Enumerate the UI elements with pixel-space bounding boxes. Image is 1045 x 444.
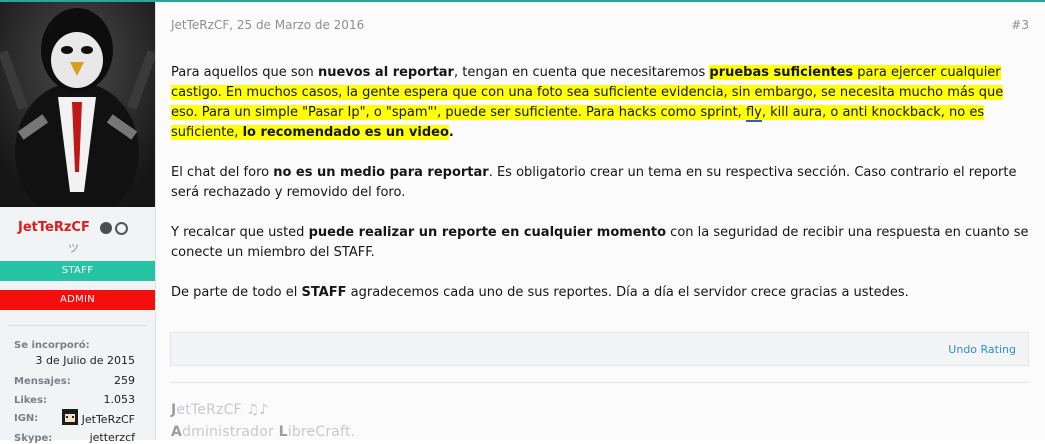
undo-rating-link[interactable]: Undo Rating (948, 343, 1016, 356)
sidebar-divider (8, 325, 147, 326)
message-content: JetTeRzCF, 25 de Marzo de 2016 #3 Para a… (156, 2, 1045, 440)
paragraph-3: Y recalcar que usted puede realizar un r… (171, 223, 1033, 263)
post-number[interactable]: #3 (1011, 18, 1029, 32)
text-segment: El chat del foro (171, 165, 274, 180)
text-segment: lo recomendado es un video (242, 125, 449, 140)
text-segment: Para aquellos que son (171, 65, 318, 80)
text-segment: STAFF (301, 285, 347, 300)
signature-line-1: JetTeRzCF ♫♪ (171, 402, 268, 418)
avatar[interactable] (0, 2, 155, 207)
check-circle-icon (115, 222, 128, 235)
stat-value-likes: 1.053 (103, 393, 136, 406)
username[interactable]: JetTeRzCF (18, 220, 90, 235)
text-segment: agradecemos cada uno de sus reportes. Dí… (346, 285, 909, 300)
admin-banner: ADMIN (0, 290, 155, 310)
gear-badge-icon (100, 222, 112, 234)
message-user-info: JetTeRzCF ツ STAFF ADMIN Se incorporó: 3 … (0, 2, 156, 444)
penguin-avatar-icon (0, 2, 155, 207)
text-segment: Y recalcar que usted (171, 225, 309, 240)
paragraph-2: El chat del foro no es un medio para rep… (171, 163, 1033, 203)
stat-value-joined: 3 de Julio de 2015 (35, 354, 135, 367)
stat-label-messages: Mensajes: (14, 376, 71, 387)
stat-value-ign: JetTeRzCF (81, 413, 135, 426)
text-segment: puede realizar un reporte en cualquier m… (308, 225, 667, 240)
signature-cap: L (278, 424, 288, 440)
text-segment: De parte de todo el (171, 285, 302, 300)
signature-divider (170, 382, 1029, 383)
text-segment: no es un medio para reportar (273, 165, 489, 180)
stat-label-likes: Likes: (14, 395, 47, 406)
signature-text: dministrador (182, 424, 279, 440)
text-segment: nuevos al reportar (317, 65, 454, 80)
text-segment: fly (745, 105, 762, 122)
text-segment: . (448, 125, 454, 140)
paragraph-1: Para aquellos que son nuevos al reportar… (171, 63, 1033, 143)
post-meta: JetTeRzCF, 25 de Marzo de 2016 (171, 18, 365, 32)
stat-label-ign: IGN: (14, 413, 39, 424)
minecraft-skin-icon (62, 409, 78, 425)
stat-label-joined: Se incorporó: (14, 340, 90, 351)
post-author[interactable]: JetTeRzCF (171, 18, 229, 32)
stat-label-skype: Skype: (14, 433, 53, 444)
stat-value-messages[interactable]: 259 (114, 374, 135, 387)
user-title: ツ (68, 242, 79, 255)
rating-bar: Undo Rating (170, 332, 1029, 366)
signature-line-2: Administrador LibreCraft. (171, 424, 355, 440)
stat-value-skype: jetterzcf (89, 431, 135, 444)
post-body: Para aquellos que son nuevos al reportar… (171, 63, 1033, 323)
text-segment: , tengan en cuenta que necesitaremos (453, 65, 710, 80)
post-date[interactable]: 25 de Marzo de 2016 (237, 18, 364, 32)
text-segment: pruebas suficientes (709, 65, 854, 80)
paragraph-4: De parte de todo el STAFF agradecemos ca… (171, 283, 1033, 303)
staff-banner: STAFF (0, 261, 155, 281)
signature-text: ibreCraft. (287, 424, 356, 440)
signature-text: etTeRzCF ♫♪ (176, 402, 269, 418)
signature-cap: A (171, 424, 183, 440)
